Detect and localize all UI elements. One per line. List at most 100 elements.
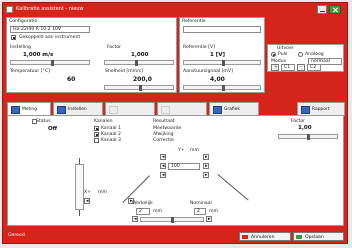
save-button[interactable]: Opslaan [293,232,344,241]
plus-button[interactable]: + [271,64,279,71]
status-label: Status [36,119,51,124]
temperature-label: Temperatuur [°C] [10,69,50,74]
channel-select-2[interactable]: C2 [307,64,321,71]
y-step2-arrow[interactable]: ▸ [203,163,209,169]
output-heading: Uitvoer [277,46,294,51]
check-icon [296,235,302,239]
cancel-button[interactable]: Annuleren [239,232,291,241]
temperature-value: 60 [67,76,76,83]
param1-slider[interactable] [10,60,90,66]
result-line-1: Meetwaarde [153,126,182,131]
window-title: Kalibratie assistent - nieuw [16,6,84,12]
y-value-field[interactable]: 100 [168,163,200,170]
ref-slider[interactable] [183,60,261,66]
tab-4[interactable] [157,102,207,116]
y-axis-label: Y+ [178,148,185,153]
slider-thumb[interactable] [307,134,310,140]
bottom-right-arrow[interactable]: ▸ [206,216,212,222]
speed-label: Snelheid [mm/s] [105,69,143,74]
nominal-field[interactable]: 2 [194,208,206,215]
y-step-arrow[interactable]: ◂ [160,163,166,169]
status-value: Off [48,126,58,132]
radio-pulse[interactable] [271,52,276,57]
signal-slider[interactable] [183,85,261,91]
radio-analog[interactable] [298,52,303,57]
result-line-2: Afwijking [153,132,174,137]
tab-grafiek[interactable]: Grafiek [209,102,259,116]
y-axis-unit: mm [190,148,199,153]
param2-slider[interactable] [104,60,174,66]
param2-value: 1,000 [131,52,149,58]
report-icon [301,106,310,114]
bottom-slider[interactable] [140,217,204,223]
channel-heading: Kanalen [94,119,113,124]
slider-thumb[interactable] [222,60,225,66]
channel-2-checkbox[interactable] [94,132,99,137]
tool-icon [109,106,118,114]
mid-right-arrow[interactable]: ▸ [203,172,209,178]
channel-select-1[interactable]: C1 [281,64,295,71]
y-down-arrow[interactable]: ▸ [203,154,209,160]
speed-slider[interactable] [104,85,174,91]
name-field[interactable]: Isa 22/40 R 10 2 10V [10,26,90,33]
output-panel: Uitvoer Puls Analoog Modus normaal + C1 … [267,44,344,72]
nominal-unit: mm [209,209,218,214]
config-heading: Configuratie [9,19,38,24]
coupled-checkbox[interactable] [11,35,16,40]
reference-panel: Referentie Referentie [V] 1 [V] Aanstuur… [179,17,265,93]
tab-rapport[interactable]: Rapport [297,102,345,116]
tab-3[interactable] [105,102,155,116]
slider-thumb[interactable] [135,60,138,66]
vertical-scrollbar[interactable] [75,164,84,210]
signal-label: Aanstuursignaal [mV] [183,69,233,74]
slider-thumb[interactable] [51,60,54,66]
nominal-label: Nominaal [190,201,212,206]
close-button[interactable] [329,5,341,14]
param1-label: Instelling [10,45,31,50]
axis-diagram: Y+ mm ◂ ▸ 100 ◂ ▸ ◂ ▸ X+ mm ◂ ▸ Werkelij… [68,146,338,224]
cancel-icon [242,235,248,239]
result-heading: Resultaat [153,119,175,124]
minimize-button[interactable] [317,5,327,14]
factor-label: Factor [291,119,306,124]
channel-2-label: Kanaal 2 [101,132,121,137]
x-left-arrow[interactable]: ◂ [84,198,90,204]
app-icon [6,6,13,13]
actual-field[interactable]: 2 [136,208,150,215]
ref-value: 1 [V] [210,52,226,58]
factor-value: 1,00 [298,125,312,131]
tab-instellen[interactable]: Instellen [53,102,103,116]
reference-heading: Referentie [182,19,206,24]
application-window: Kalibratie assistent - nieuw Configurati… [2,2,348,244]
status-toggle[interactable] [32,119,37,124]
result-line-3: Correctie [153,138,174,143]
tab-content-panel: Status Off Kanalen Kanaal 1 Kanaal 2 Kan… [7,115,344,226]
radio-pulse-label: Puls [278,52,288,57]
title-bar: Kalibratie assistent - nieuw [3,3,347,17]
signal-value: 4,00 [210,76,225,83]
param2-label: Factor [107,45,122,50]
mid-left-arrow[interactable]: ◂ [160,172,166,178]
status-text: Gereed [8,233,25,238]
config-panel: Configuratie Isa 22/40 R 10 2 10V Gekopp… [6,17,177,93]
diagonal-line-left [122,175,150,203]
slider-thumb[interactable] [222,85,225,91]
bottom-left-arrow[interactable]: ◂ [132,216,138,222]
diagonal-line-right [217,174,249,201]
param1-value: 1,000 m/s [23,52,54,58]
channel-3-checkbox[interactable] [94,138,99,143]
channel-3-label: Kanaal 3 [101,138,121,143]
x-axis-label: X+ [84,190,91,195]
tab-meting[interactable]: Meting [7,102,51,116]
channel-1-label: Kanaal 1 [101,126,121,131]
slider-thumb[interactable] [139,85,142,91]
minus-button[interactable]: - [297,64,305,71]
slider-thumb[interactable] [171,217,174,223]
reference-field[interactable] [183,26,261,33]
y-up-arrow[interactable]: ◂ [160,154,166,160]
speed-value: 200,0 [133,76,152,83]
chart-icon [213,106,222,114]
measure-icon [11,106,20,114]
factor-slider[interactable] [278,134,338,140]
channel-1-checkbox[interactable] [94,126,99,131]
